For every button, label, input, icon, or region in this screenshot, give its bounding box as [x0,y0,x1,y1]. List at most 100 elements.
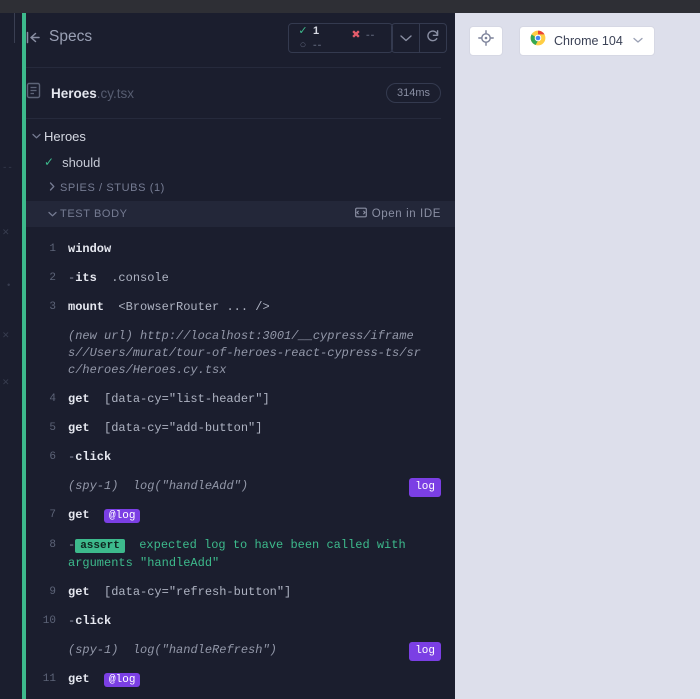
check-icon: ✓ [298,24,308,37]
stat-failed: ✖ -- [351,30,375,41]
stats-box: ✓ 1 ○ -- ✖ -- [288,23,393,53]
chevron-down-icon [28,131,44,142]
spy-call: log("handleAdd") [132,479,249,493]
spy-label: (spy-1) [68,479,119,493]
cypress-test-runner: -- ✕ • ✕ ✕ Specs ✓ 1 ○ -- ✖ -- Heroes .c… [0,0,700,699]
command-name: get [68,585,90,599]
reporter-controls [391,23,447,53]
command-name: its [75,271,97,285]
command-row[interactable]: 7 get @log [26,501,455,531]
command-row[interactable]: 3 mount <BrowserRouter ... /> [26,293,455,322]
section-spies-stubs[interactable]: SPIES / STUBS (1) [26,175,455,201]
command-row-spy[interactable]: (spy-1) log("handleAdd") log [26,472,455,501]
command-number: 7 [49,509,56,521]
alias-pill: @log [104,673,141,687]
chevron-down-icon [399,29,412,47]
check-icon: ✓ [44,155,55,169]
test-row-should[interactable]: ✓ should [26,149,455,175]
aut-toolbar: Chrome 104 [455,13,700,68]
crosshair-icon [478,30,494,51]
reporter-header: Specs ✓ 1 ○ -- ✖ -- [26,13,455,67]
command-message: [data-cy="refresh-button"] [104,585,292,599]
restart-icon [426,29,440,48]
spec-duration-badge: 314ms [385,83,441,103]
command-row[interactable]: 5 get [data-cy="add-button"] [26,414,455,443]
panel-divider [14,13,15,43]
open-in-ide-button[interactable]: Open in IDE [354,201,441,227]
command-number: 1 [49,243,56,255]
command-message: [data-cy="list-header"] [104,392,270,406]
collapsed-specs-sliver[interactable]: -- ✕ • ✕ ✕ [0,13,22,699]
command-message: [data-cy="add-button"] [104,421,263,435]
log-alias-pill: log [409,478,441,497]
passed-count: 1 [313,24,320,37]
restart-tests-button[interactable] [419,23,447,53]
window-title-bar [0,0,700,13]
pending-count: -- [313,38,323,51]
command-row[interactable]: 9 get [data-cy="refresh-button"] [26,578,455,607]
command-message: .console [111,271,169,285]
command-number: 3 [49,301,56,313]
command-row[interactable]: 1 window [26,235,455,264]
selector-playground-button[interactable] [469,25,503,56]
spy-call: log("handleRefresh") [132,643,277,657]
spy-label: (spy-1) [68,643,119,657]
command-number: 10 [42,615,56,627]
stat-pending: ○ -- [298,38,323,51]
command-name: mount [68,300,105,314]
spies-stubs-label: SPIES / STUBS (1) [60,182,165,194]
assert-pill: assert [75,539,125,553]
reporter-panel: -- ✕ • ✕ ✕ Specs ✓ 1 ○ -- ✖ -- Heroes .c… [0,13,455,699]
spec-file-row: Heroes .cy.tsx 314ms [26,68,455,118]
command-name: get [68,421,90,435]
command-number: 2 [49,272,56,284]
command-name: click [75,450,112,464]
section-test-body[interactable]: TEST BODY Open in IDE [26,201,455,227]
command-row-assert[interactable]: 12 -assert expected log to have been cal… [26,695,455,699]
command-row-assert[interactable]: 8 - assert expected log to have been call… [26,531,455,578]
command-name: get [68,392,90,406]
alias-pill: @log [104,509,141,523]
spec-name: Heroes [51,85,97,101]
close-icon: ✖ [351,29,361,41]
suite-title: Heroes [44,128,86,144]
command-row-spy[interactable]: (spy-1) log("handleRefresh") log [26,636,455,665]
test-body-label: TEST BODY [60,208,128,220]
command-name: click [75,614,112,628]
spec-extension: .cy.tsx [96,85,135,101]
back-to-specs-button[interactable]: Specs [26,28,92,46]
command-row[interactable]: 11 get @log [26,665,455,695]
command-name: window [68,242,112,256]
command-row[interactable]: 10 -click [26,607,455,636]
command-log: 1 window 2 -its .console 3 mount <Browse… [26,235,455,699]
command-number: 5 [49,422,56,434]
suite-row-heroes[interactable]: Heroes [26,123,455,149]
test-tree: Heroes ✓ should SPIES / STUBS (1) TEST B… [26,119,455,227]
file-icon [26,82,41,104]
log-alias-pill: log [409,642,441,661]
stat-passed: ✓ 1 [298,24,322,37]
arrow-left-to-line-icon [26,31,41,44]
browser-selector[interactable]: Chrome 104 [519,25,655,56]
browser-name: Chrome 104 [554,33,623,48]
back-to-specs-label: Specs [49,28,93,45]
command-row[interactable]: 4 get [data-cy="list-header"] [26,385,455,414]
collapse-all-button[interactable] [391,23,419,53]
app-under-test-panel: Chrome 104 HEROES + ↻ [455,13,700,699]
chrome-icon [530,30,546,51]
command-number: 6 [49,451,56,463]
new-url-label: (new url) [68,329,133,343]
failed-count: -- [366,29,376,41]
chevron-down-icon [44,209,60,220]
command-row[interactable]: 2 -its .console [26,264,455,293]
command-number: 11 [42,673,56,685]
test-title: should [62,154,101,170]
chevron-right-icon [44,182,60,194]
command-number: 4 [49,393,56,405]
circle-dashed-icon: ○ [299,38,307,51]
ide-icon [354,207,367,221]
command-row[interactable]: 6 -click [26,443,455,472]
command-number: 9 [49,586,56,598]
test-stats: ✓ 1 ○ -- ✖ -- [288,23,393,53]
command-number: 8 [49,539,56,551]
